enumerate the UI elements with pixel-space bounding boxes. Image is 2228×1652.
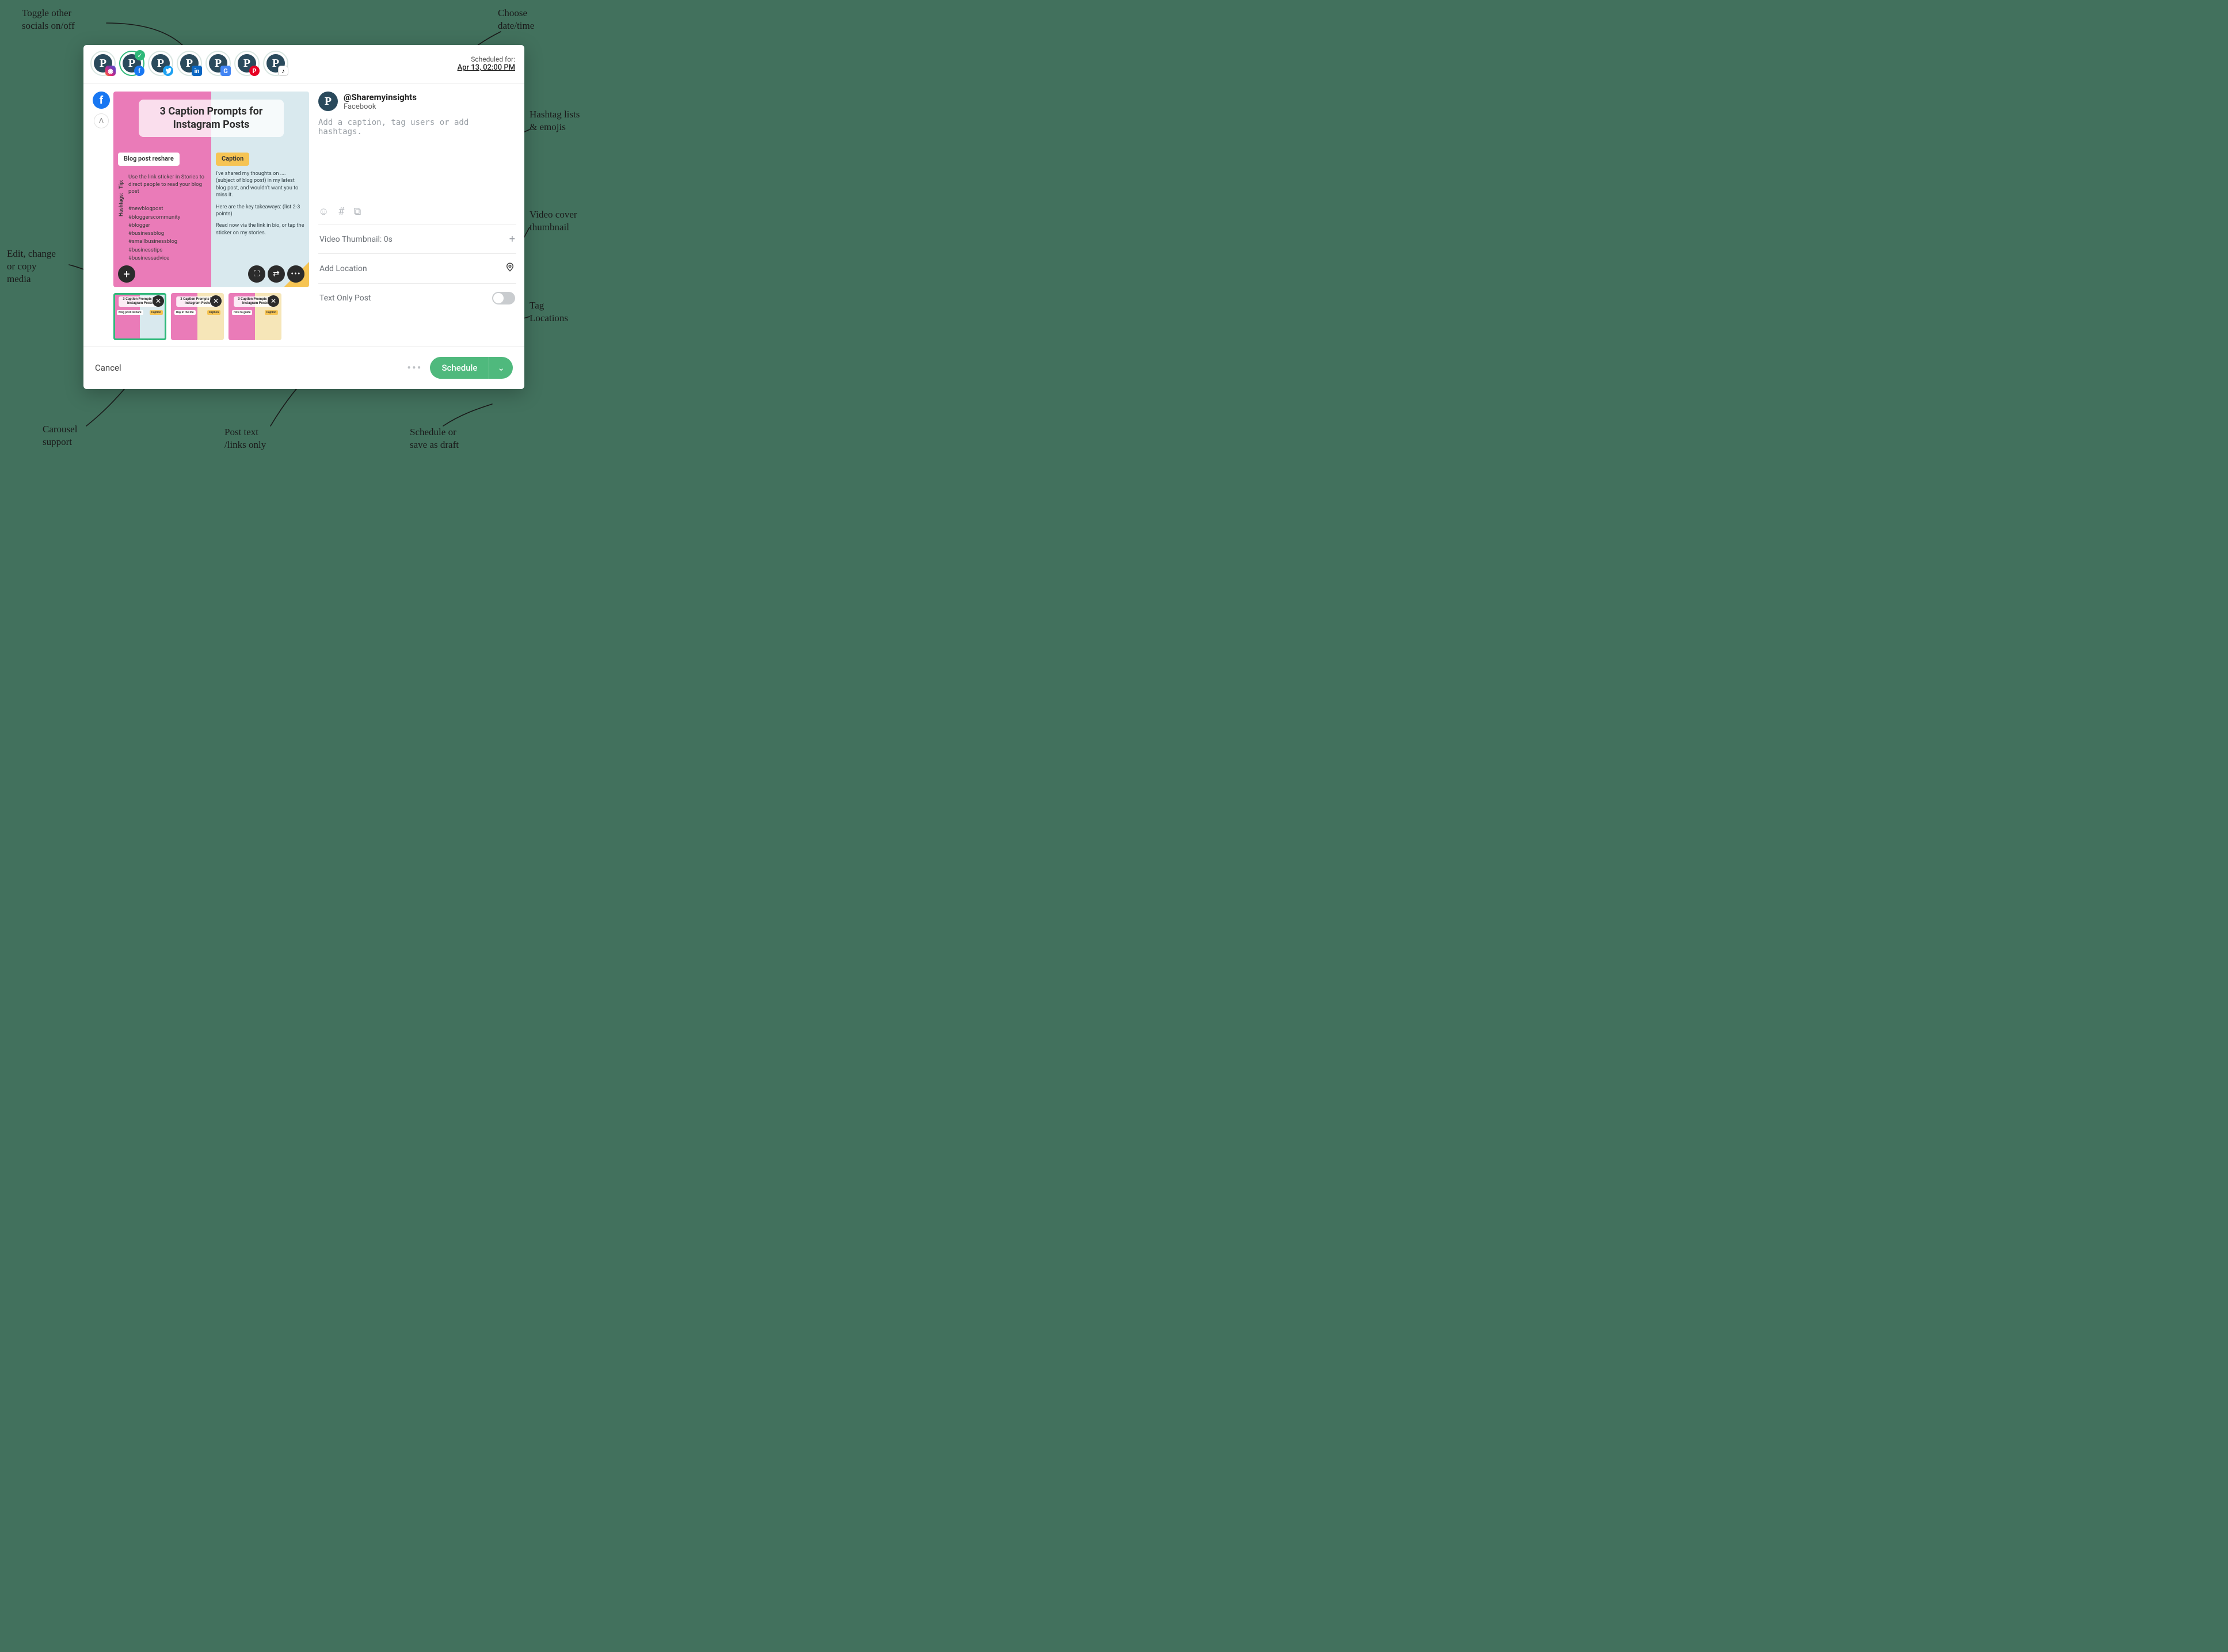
media-more-button[interactable]: ••• bbox=[287, 265, 304, 283]
fullscreen-icon: ⛶ bbox=[254, 269, 260, 279]
instagram-icon: ◉ bbox=[105, 66, 116, 76]
close-icon: ✕ bbox=[155, 297, 161, 305]
remove-thumb-button[interactable]: ✕ bbox=[268, 295, 279, 307]
emoji-icon: ☺ bbox=[318, 205, 329, 218]
annotation-edit-media: Edit, change or copy media bbox=[7, 248, 56, 286]
media-preview: Blog post reshare Tip: Use the link stic… bbox=[113, 92, 309, 287]
google-icon: G bbox=[220, 66, 231, 76]
text-only-label: Text Only Post bbox=[319, 294, 371, 303]
social-toggle-twitter[interactable]: P bbox=[148, 51, 173, 76]
close-icon: ✕ bbox=[213, 297, 219, 305]
network-tabs-column: f ᐱ bbox=[92, 92, 111, 340]
schedule-dropdown[interactable]: ⌄ bbox=[489, 357, 513, 379]
add-location-row[interactable]: Add Location bbox=[318, 253, 516, 283]
remove-thumb-button[interactable]: ✕ bbox=[153, 295, 164, 307]
scheduled-block: Scheduled for: Apr 13, 02:00 PM bbox=[458, 55, 515, 72]
swap-media-button[interactable]: ⇄ bbox=[268, 265, 285, 283]
video-thumbnail-label: Video Thumbnail: 0s bbox=[319, 235, 393, 244]
swap-icon: ⇄ bbox=[273, 269, 280, 279]
preview-right-p1: I've shared my thoughts on .... (subject… bbox=[216, 170, 304, 199]
thumb-left-chip: Day in the life bbox=[174, 310, 196, 315]
scheduled-value[interactable]: Apr 13, 02:00 PM bbox=[458, 63, 515, 72]
video-thumbnail-row[interactable]: Video Thumbnail: 0s + bbox=[318, 224, 516, 253]
profile-row: P @Sharemyinsights Facebook bbox=[318, 92, 516, 111]
thumb-left-chip: How to guide bbox=[232, 310, 252, 315]
plus-icon: + bbox=[509, 233, 515, 245]
fullscreen-button[interactable]: ⛶ bbox=[248, 265, 265, 283]
profile-network: Facebook bbox=[344, 102, 417, 111]
footer: Cancel ••• Schedule ⌄ bbox=[83, 346, 524, 389]
media-column: Blog post reshare Tip: Use the link stic… bbox=[113, 92, 309, 340]
social-toggle-instagram[interactable]: P ◉ bbox=[90, 51, 116, 76]
copy-icon: ⧉ bbox=[353, 205, 361, 218]
plus-icon: + bbox=[123, 267, 130, 281]
hashtags-text: #newblogpost #bloggerscommunity #blogger… bbox=[128, 205, 180, 262]
tiktok-icon: ♪ bbox=[278, 66, 288, 76]
annotation-tag-locations: Tag Locations bbox=[530, 299, 568, 325]
text-only-toggle[interactable] bbox=[492, 292, 515, 304]
carousel-thumb[interactable]: 3 Caption Prompts for Instagram Posts Bl… bbox=[113, 293, 166, 340]
emoji-button[interactable]: ☺ bbox=[318, 205, 329, 218]
preview-left-chip: Blog post reshare bbox=[118, 153, 180, 166]
hashtag-icon: # bbox=[338, 205, 344, 218]
schedule-button-label: Schedule bbox=[430, 357, 489, 379]
composer-body: f ᐱ Blog post reshare Tip: Use the link … bbox=[83, 83, 524, 346]
preview-right-chip: Caption bbox=[216, 153, 249, 166]
remove-thumb-button[interactable]: ✕ bbox=[210, 295, 222, 307]
chevron-up-icon: ᐱ bbox=[99, 117, 104, 125]
social-toggle-google[interactable]: P G bbox=[205, 51, 231, 76]
social-toggle-tiktok[interactable]: P ♪ bbox=[263, 51, 288, 76]
annotation-video-thumb: Video cover thumbnail bbox=[530, 208, 577, 234]
profile-handle: @Sharemyinsights bbox=[344, 92, 417, 102]
social-toggle-facebook[interactable]: P f ✓ bbox=[119, 51, 144, 76]
thumb-right-chip: Caption bbox=[207, 310, 220, 315]
caption-column: P @Sharemyinsights Facebook ☺ # ⧉ Video … bbox=[318, 92, 516, 340]
footer-more-button[interactable]: ••• bbox=[407, 361, 422, 375]
copy-button[interactable]: ⧉ bbox=[353, 205, 361, 218]
annotation-schedule: Schedule or save as draft bbox=[410, 426, 459, 451]
carousel-thumbs: 3 Caption Prompts for Instagram Posts Bl… bbox=[113, 293, 309, 340]
social-toggle-linkedin[interactable]: P in bbox=[177, 51, 202, 76]
scheduled-label: Scheduled for: bbox=[458, 55, 515, 63]
location-pin-icon bbox=[505, 262, 515, 275]
top-bar: P ◉ P f ✓ P P in P G bbox=[83, 45, 524, 83]
caption-tools: ☺ # ⧉ bbox=[318, 202, 516, 224]
add-media-button[interactable]: + bbox=[118, 265, 135, 283]
social-toggle-pinterest[interactable]: P P bbox=[234, 51, 260, 76]
facebook-tab-icon[interactable]: f bbox=[93, 92, 110, 109]
annotation-toggle-socials: Toggle other socials on/off bbox=[22, 7, 75, 32]
thumb-left-chip: Blog post reshare bbox=[117, 310, 143, 315]
carousel-thumb[interactable]: 3 Caption Prompts for Instagram Posts Ho… bbox=[228, 293, 281, 340]
post-composer-modal: P ◉ P f ✓ P P in P G bbox=[83, 45, 524, 389]
pinterest-icon: P bbox=[249, 66, 260, 76]
carousel-thumb[interactable]: 3 Caption Prompts for Instagram Posts Da… bbox=[171, 293, 224, 340]
profile-avatar: P bbox=[318, 92, 338, 111]
chevron-down-icon: ⌄ bbox=[497, 363, 505, 373]
socials-row: P ◉ P f ✓ P P in P G bbox=[90, 51, 288, 76]
text-only-row: Text Only Post bbox=[318, 283, 516, 313]
annotation-carousel: Carousel support bbox=[43, 423, 77, 448]
preview-title: 3 Caption Prompts for Instagram Posts bbox=[139, 100, 284, 137]
annotation-hashtags: Hashtag lists & emojis bbox=[530, 108, 580, 134]
schedule-button[interactable]: Schedule ⌄ bbox=[430, 357, 513, 379]
thumb-right-chip: Caption bbox=[265, 310, 278, 315]
tip-text: Use the link sticker in Stories to direc… bbox=[128, 174, 207, 196]
collapse-button[interactable]: ᐱ bbox=[94, 113, 109, 128]
linkedin-icon: in bbox=[192, 66, 202, 76]
annotation-datetime: Choose date/time bbox=[498, 7, 534, 32]
check-icon: ✓ bbox=[135, 50, 145, 60]
close-icon: ✕ bbox=[271, 297, 276, 305]
cancel-button[interactable]: Cancel bbox=[95, 363, 121, 373]
annotation-text-only: Post text /links only bbox=[224, 426, 266, 451]
more-icon: ••• bbox=[291, 269, 300, 279]
caption-input[interactable] bbox=[318, 116, 516, 202]
thumb-right-chip: Caption bbox=[150, 310, 163, 315]
preview-right-p2: Here are the key takeaways: (list 2-3 po… bbox=[216, 204, 304, 218]
hashtag-button[interactable]: # bbox=[338, 205, 344, 218]
add-location-label: Add Location bbox=[319, 264, 367, 273]
facebook-icon: f bbox=[134, 66, 144, 76]
twitter-icon bbox=[163, 66, 173, 76]
preview-right-p3: Read now via the link in bio, or tap the… bbox=[216, 222, 304, 237]
